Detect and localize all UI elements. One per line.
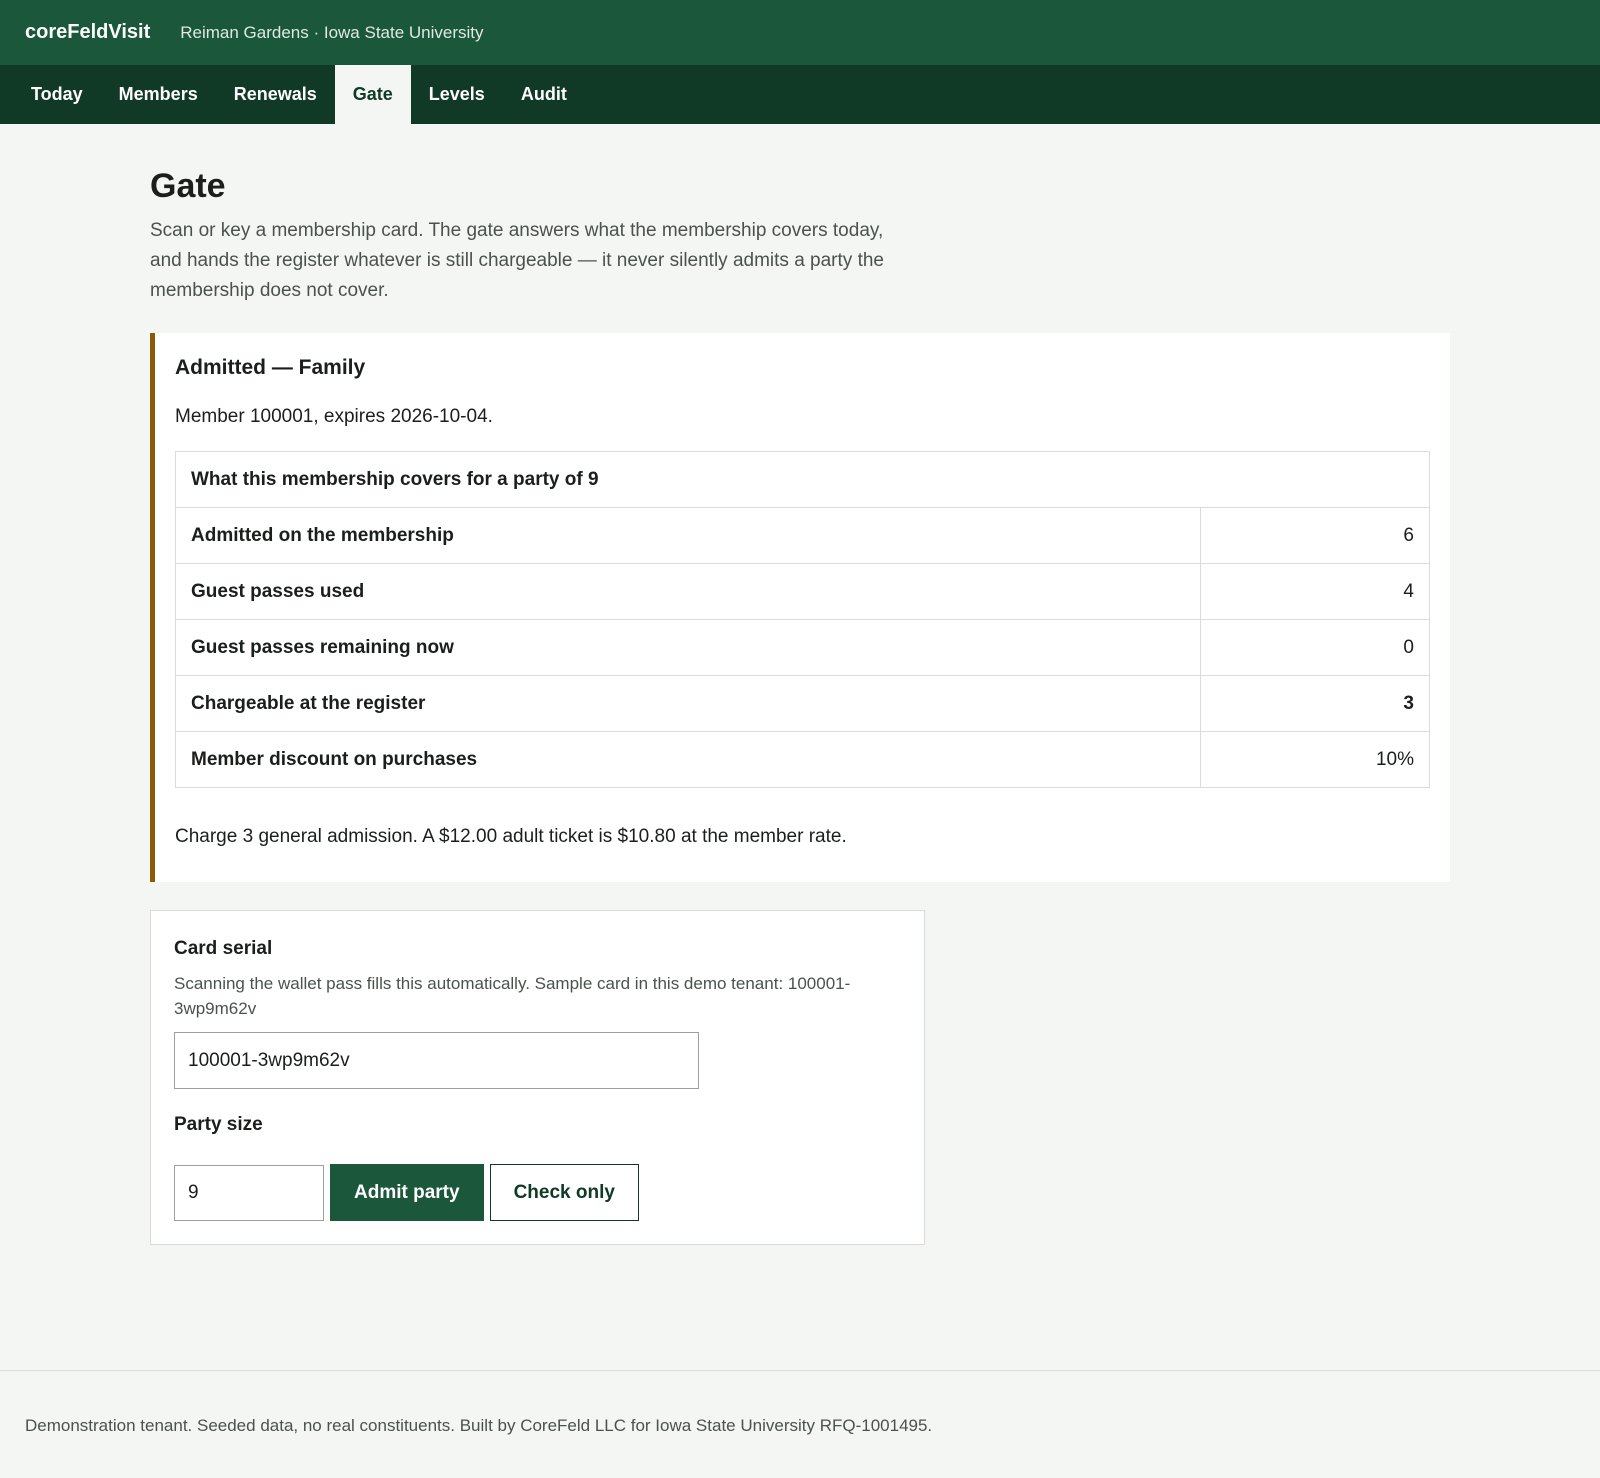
table-row: Chargeable at the register 3 <box>175 675 1430 732</box>
nav-tab-levels[interactable]: Levels <box>411 65 503 124</box>
page-intro: Scan or key a membership card. The gate … <box>150 220 884 301</box>
nav-tab-renewals[interactable]: Renewals <box>216 65 335 124</box>
table-header-row: What this membership covers for a party … <box>175 451 1430 508</box>
nav-tab-audit[interactable]: Audit <box>503 65 585 124</box>
row-value-member-discount: 10% <box>1200 731 1430 788</box>
nav-tab-today[interactable]: Today <box>13 65 101 124</box>
row-value-admitted: 6 <box>1200 507 1430 564</box>
footer-text: Demonstration tenant. Seeded data, no re… <box>25 1416 933 1435</box>
member-info: Member 100001, expires 2026-10-04. <box>175 406 493 427</box>
charge-note: Charge 3 general admission. A $12.00 adu… <box>175 826 847 847</box>
row-label-guest-passes-remaining: Guest passes remaining now <box>175 619 1201 676</box>
organization-name: Reiman Gardens · Iowa State University <box>180 22 484 42</box>
row-label-guest-passes-used: Guest passes used <box>175 563 1201 620</box>
main-content: Gate Scan or key a membership card. The … <box>0 124 1600 1245</box>
row-label-chargeable: Chargeable at the register <box>175 675 1201 732</box>
table-row: Member discount on purchases 10% <box>175 731 1430 788</box>
row-value-guest-passes-remaining: 0 <box>1200 619 1430 676</box>
party-actions-row: Admit party Check only <box>174 1164 901 1221</box>
brand-logo[interactable]: coreFeldVisit <box>25 21 150 44</box>
coverage-table: What this membership covers for a party … <box>175 451 1430 788</box>
card-serial-input[interactable] <box>174 1032 699 1089</box>
page-footer: Demonstration tenant. Seeded data, no re… <box>0 1370 1600 1436</box>
admission-result-card: Admitted — Family Member 100001, expires… <box>150 333 1450 882</box>
result-heading: Admitted — Family <box>175 356 366 379</box>
card-serial-help: Scanning the wallet pass fills this auto… <box>174 974 851 1018</box>
admit-party-button[interactable]: Admit party <box>330 1164 484 1221</box>
coverage-table-title: What this membership covers for a party … <box>175 451 1430 508</box>
party-size-input[interactable] <box>174 1164 324 1221</box>
main-nav: Today Members Renewals Gate Levels Audit <box>0 65 1600 124</box>
gate-form: Card serial Scanning the wallet pass fil… <box>150 910 925 1245</box>
check-only-button[interactable]: Check only <box>489 1164 639 1221</box>
nav-tab-members[interactable]: Members <box>101 65 216 124</box>
card-serial-label: Card serial <box>174 938 273 959</box>
app-header: coreFeldVisit Reiman Gardens · Iowa Stat… <box>0 0 1600 65</box>
row-label-member-discount: Member discount on purchases <box>175 731 1201 788</box>
table-row: Admitted on the membership 6 <box>175 507 1430 564</box>
party-size-label: Party size <box>174 1114 263 1135</box>
nav-tab-gate[interactable]: Gate <box>334 65 411 124</box>
row-value-guest-passes-used: 4 <box>1200 563 1430 620</box>
table-row: Guest passes remaining now 0 <box>175 619 1430 676</box>
table-row: Guest passes used 4 <box>175 563 1430 620</box>
page-title: Gate <box>150 167 226 205</box>
row-label-admitted: Admitted on the membership <box>175 507 1201 564</box>
row-value-chargeable: 3 <box>1200 675 1430 732</box>
